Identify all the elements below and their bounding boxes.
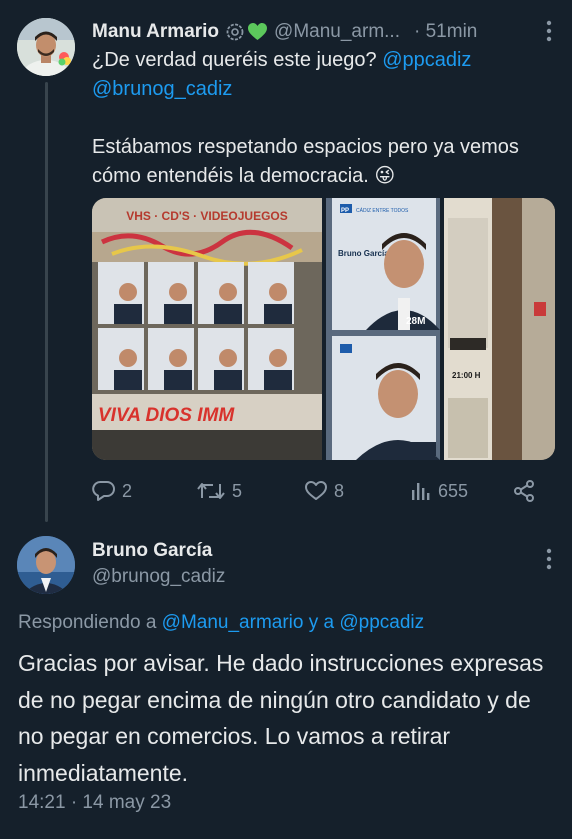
sticker-time: 21:00 H [452, 371, 481, 380]
mention-link[interactable]: @ppcadiz [382, 49, 471, 71]
avatar[interactable] [17, 536, 75, 594]
more-icon [546, 20, 552, 42]
views-count: 655 [438, 480, 469, 501]
tweet-text: Gracias por avisar. He dado instruccione… [18, 650, 544, 786]
name-badges [225, 22, 268, 42]
graffiti-text: VIVA DIOS IMM [98, 405, 235, 426]
author-handle[interactable]: @Manu_arm... [274, 21, 400, 43]
tweet-time[interactable]: · 51min [414, 21, 477, 43]
reply-icon [92, 480, 115, 501]
poster-tagline: CÁDIZ ENTRE TODOS [356, 207, 409, 214]
tweet-text: ¿De verdad queréis este juego? @ppcadiz … [92, 46, 542, 191]
retweet-count: 5 [232, 480, 243, 501]
retweet-button[interactable]: 5 [196, 480, 242, 502]
winking-tongue-emoji: 😜 [374, 165, 396, 187]
like-icon [305, 481, 327, 500]
avatar[interactable] [17, 18, 75, 76]
more-button[interactable] [546, 548, 552, 575]
replying-prefix: Respondiendo a [18, 612, 162, 633]
thread-line [45, 82, 48, 522]
tweet-timestamp[interactable]: 14:21 · 14 may 23 [18, 792, 171, 814]
author-name[interactable]: Manu Armario [92, 21, 219, 43]
reply-button[interactable]: 2 [92, 480, 132, 502]
green-heart-icon [248, 23, 268, 40]
replying-to: Respondiendo a @Manu_armario y a @ppcadi… [18, 612, 424, 634]
author-handle[interactable]: @brunog_cadiz [92, 566, 225, 588]
author-name[interactable]: Bruno García [92, 540, 212, 562]
share-button[interactable] [512, 479, 536, 503]
media-photo-door[interactable]: 21:00 H [444, 198, 555, 460]
media-grid[interactable]: VHS · CD'S · VIDEOJUEGOS VIVA DIOS IMM P… [92, 198, 555, 460]
like-count: 8 [334, 480, 345, 501]
media-photo-wall[interactable]: VHS · CD'S · VIDEOJUEGOS VIVA DIOS IMM [92, 198, 322, 460]
tweet-text-paragraph: Estábamos respetando espacios pero ya ve… [92, 136, 519, 187]
retweet-icon [197, 483, 225, 499]
mention-link[interactable]: @brunog_cadiz [92, 78, 232, 100]
shop-sign: VHS · CD'S · VIDEOJUEGOS [126, 209, 288, 223]
verified-badge-icon [226, 23, 244, 41]
poster-date: 28M [406, 316, 425, 327]
like-button[interactable]: 8 [304, 480, 344, 502]
views-button[interactable]: 655 [410, 480, 468, 502]
poster-party: PP [341, 208, 349, 214]
share-icon [514, 480, 534, 502]
more-icon [546, 548, 552, 570]
poster-name: Bruno García [338, 249, 389, 258]
tweet-actions: 2 5 8 655 [92, 478, 552, 504]
media-photo-poster[interactable]: PP CÁDIZ ENTRE TODOS Bruno García 28M [326, 198, 440, 460]
tweet-header: Manu Armario @Manu_arm... · 51min [92, 18, 552, 46]
more-button[interactable] [546, 20, 552, 47]
views-icon [412, 483, 430, 500]
reply-count: 2 [122, 480, 133, 501]
replying-mentions-link[interactable]: @Manu_armario y a @ppcadiz [162, 612, 424, 633]
tweet-text-line1: ¿De verdad queréis este juego? [92, 49, 383, 71]
